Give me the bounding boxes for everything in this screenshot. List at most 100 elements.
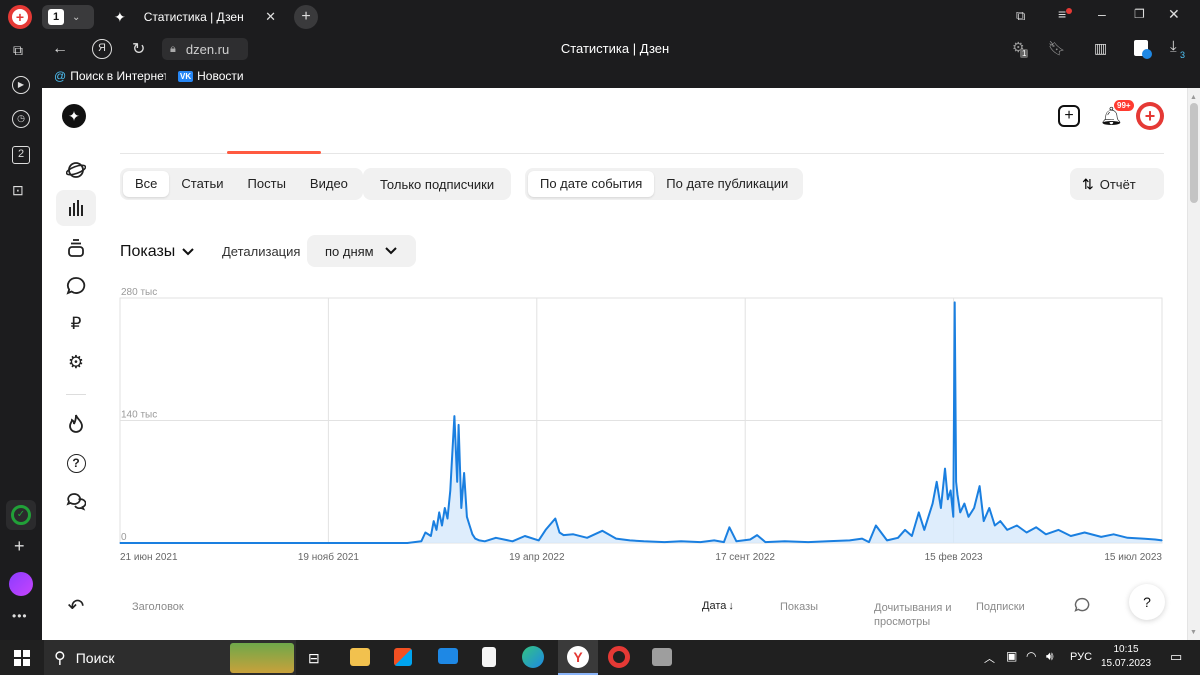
task-view-icon[interactable]: ⊟ <box>308 650 320 667</box>
taskbar-search[interactable]: ⚲ Поиск <box>44 640 296 675</box>
menu-icon[interactable]: ≡ <box>1058 6 1066 22</box>
tab-title: Статистика | Дзен <box>143 10 244 24</box>
report-button[interactable]: ⇅ Отчёт <box>1070 168 1164 200</box>
data-point <box>572 533 574 535</box>
bookmark-search[interactable]: @ Поиск в Интернете <box>54 69 166 83</box>
wifi-icon[interactable]: ◠ <box>1026 649 1036 663</box>
tabs-icon[interactable]: ⧉ <box>13 42 23 59</box>
scroll-thumb[interactable] <box>1190 103 1198 203</box>
data-point <box>927 516 930 518</box>
col-subs[interactable]: Подписки <box>976 601 1025 613</box>
subscribers-only-toggle[interactable]: Только подписчики <box>363 168 512 200</box>
data-point <box>456 481 458 483</box>
file-explorer-icon[interactable] <box>350 648 370 666</box>
mail-icon[interactable] <box>438 648 458 664</box>
col-date[interactable]: Дата ↓ <box>702 600 734 612</box>
video-icon[interactable]: ▶ <box>12 76 30 94</box>
date-by-publication[interactable]: По дате публикации <box>654 171 800 197</box>
tray-chevron-icon[interactable]: ︿ <box>984 650 995 666</box>
edge-icon[interactable] <box>522 646 544 668</box>
nav-undo-icon[interactable]: ↶ <box>56 588 96 624</box>
yandex-browser-taskbar[interactable]: Y <box>558 640 598 675</box>
data-point <box>952 516 954 518</box>
dzen-logo-icon[interactable]: ✦ <box>62 104 86 128</box>
download-icon[interactable]: ⤓ <box>1170 38 1177 55</box>
data-point <box>735 540 738 542</box>
close-window-icon[interactable]: ✕ <box>1168 6 1180 23</box>
data-point <box>601 530 603 532</box>
minimize-icon[interactable]: – <box>1098 6 1106 22</box>
nav-stats-icon[interactable] <box>56 190 96 226</box>
help-button[interactable]: ? <box>1129 584 1165 620</box>
data-point <box>1016 524 1018 527</box>
filter-video[interactable]: Видео <box>298 171 360 197</box>
nav-ruble-icon[interactable]: ₽ <box>56 306 96 342</box>
store-icon[interactable] <box>394 648 412 666</box>
windows-start-icon[interactable] <box>14 650 30 666</box>
more-icon[interactable]: ••• <box>12 609 28 623</box>
address-field[interactable]: 🔒︎ dzen.ru <box>162 38 248 60</box>
metric-select[interactable]: Показы <box>120 243 195 261</box>
col-comments-icon[interactable] <box>1074 597 1090 618</box>
nav-layers-icon[interactable] <box>56 230 96 266</box>
filter-all[interactable]: Все <box>123 171 170 197</box>
yandex-icon[interactable]: Я <box>92 39 112 59</box>
profile-icon[interactable]: + <box>8 5 32 29</box>
scroll-down-icon[interactable]: ▼ <box>1190 629 1197 636</box>
data-point <box>328 542 330 544</box>
notifications-icon[interactable]: ▭ <box>1170 649 1182 665</box>
history-icon[interactable]: ◷ <box>12 110 30 128</box>
nav-fire-icon[interactable] <box>56 406 96 442</box>
restore-icon[interactable]: ❐ <box>1134 7 1145 21</box>
date-by-event[interactable]: По дате события <box>528 171 655 197</box>
volume-icon[interactable]: 🔊︎ <box>1046 649 1054 664</box>
archive-icon[interactable] <box>652 648 672 666</box>
data-point <box>446 517 449 520</box>
create-button[interactable]: + <box>1058 105 1080 127</box>
col-views[interactable]: Показы <box>780 601 818 613</box>
nav-comments-icon[interactable] <box>56 268 96 304</box>
tab-count: 1 <box>48 9 64 25</box>
data-point <box>988 507 990 509</box>
tab-active[interactable]: ✦ Статистика | Дзен ✕ <box>104 4 284 30</box>
nav-help-icon[interactable]: ? <box>56 445 96 481</box>
reading-icon[interactable]: ▥ <box>1094 40 1107 57</box>
sber-app-icon[interactable]: ✓ <box>6 500 36 530</box>
data-point <box>545 529 547 531</box>
filter-posts[interactable]: Посты <box>236 171 298 197</box>
bookmark-news[interactable]: VK Новости <box>178 69 244 83</box>
alice-icon[interactable] <box>9 572 33 596</box>
data-point <box>1035 526 1037 528</box>
page-scrollbar[interactable]: ▲ ▼ <box>1187 88 1200 640</box>
opera-icon[interactable] <box>608 646 630 668</box>
counter-icon[interactable]: 2 <box>12 146 30 164</box>
data-point <box>586 537 588 539</box>
bookmark-icon[interactable]: 🔖︎ <box>1048 40 1066 57</box>
language-indicator[interactable]: РУС <box>1070 651 1092 663</box>
collections-icon[interactable]: ⧉ <box>1016 8 1025 24</box>
col-title[interactable]: Заголовок <box>132 601 184 613</box>
data-point <box>932 503 934 505</box>
clock[interactable]: 10:15 15.07.2023 <box>1100 643 1152 671</box>
detail-select[interactable]: по дням <box>307 235 416 267</box>
new-tab-button[interactable]: + <box>294 5 318 29</box>
filter-articles[interactable]: Статьи <box>169 171 235 197</box>
reload-icon[interactable]: ↻ <box>132 39 145 59</box>
nav-chat-icon[interactable] <box>56 483 96 519</box>
avatar[interactable]: + <box>1136 102 1164 130</box>
back-icon[interactable]: ← <box>52 40 68 58</box>
tab-close-icon[interactable]: ✕ <box>265 9 276 25</box>
scroll-up-icon[interactable]: ▲ <box>1190 94 1197 101</box>
tab-counter-button[interactable]: 1 ⌄ <box>42 5 94 29</box>
data-point <box>923 529 925 531</box>
data-point <box>433 520 435 522</box>
document-icon[interactable] <box>482 647 496 667</box>
add-panel-icon[interactable]: + <box>14 536 25 557</box>
col-reads[interactable]: Дочитывания и просмотры <box>874 601 954 629</box>
nav-explore-icon[interactable] <box>56 152 96 188</box>
screenshot-icon[interactable]: ⊡ <box>12 182 24 199</box>
data-point <box>554 517 556 520</box>
nav-settings-icon[interactable]: ⚙ <box>56 344 96 380</box>
data-point <box>469 524 471 527</box>
tray-app-icon[interactable]: ▣ <box>1006 649 1017 663</box>
